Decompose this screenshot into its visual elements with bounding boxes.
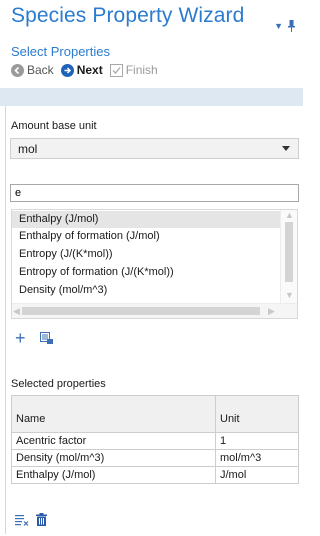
selected-properties-table: Name Unit Acentric factor 1 Density (mol… [11, 395, 299, 484]
pin-icon[interactable] [288, 20, 295, 32]
table-row[interactable]: Density (mol/m^3) mol/m^3 [11, 449, 299, 467]
wizard-nav: Back Next Finish [11, 63, 165, 77]
scroll-left-icon[interactable]: ◀ [13, 306, 20, 317]
section-header-band [0, 88, 303, 106]
chevron-down-icon [282, 146, 290, 151]
list-item[interactable]: Enthalpy (J/mol) [12, 211, 280, 228]
plus-icon[interactable]: + [15, 329, 26, 347]
add-to-list-icon[interactable] [40, 332, 54, 350]
next-label: Next [76, 63, 103, 77]
scroll-down-icon[interactable]: ▼ [285, 290, 294, 300]
amount-base-unit-select[interactable]: mol [10, 138, 299, 159]
scroll-thumb[interactable] [285, 222, 293, 282]
table-cell-unit: J/mol [215, 466, 299, 484]
vertical-scrollbar[interactable]: ▲ ▼ [280, 210, 297, 303]
list-item[interactable]: Enthalpy of formation (J/mol) [12, 228, 280, 245]
property-list[interactable]: Enthalpy (J/mol) Enthalpy of formation (… [11, 209, 298, 319]
back-button[interactable]: Back [11, 63, 54, 77]
table-cell-name: Enthalpy (J/mol) [11, 466, 216, 484]
table-cell-unit: mol/m^3 [215, 449, 299, 467]
selected-properties-label: Selected properties [11, 378, 106, 390]
table-cell-name: Density (mol/m^3) [11, 449, 216, 467]
clear-list-icon[interactable] [15, 513, 29, 531]
list-item[interactable]: Entropy (J/(K*mol)) [12, 246, 280, 263]
next-arrow-icon [60, 63, 74, 77]
table-cell-name: Acentric factor [11, 432, 216, 450]
window-controls: ▼ [274, 20, 295, 32]
list-item[interactable]: Entropy of formation (J/(K*mol)) [12, 264, 280, 281]
finish-label: Finish [125, 63, 158, 77]
property-search-input[interactable] [10, 184, 299, 202]
list-item[interactable]: Density (mol/m^3) [12, 282, 280, 299]
scroll-right-icon[interactable]: ▶ [268, 306, 275, 317]
table-row[interactable]: Acentric factor 1 [11, 432, 299, 450]
scroll-thumb-horizontal[interactable] [22, 307, 260, 315]
amount-base-unit-value: mol [18, 141, 38, 156]
finish-check-icon [109, 63, 123, 77]
table-row[interactable]: Enthalpy (J/mol) J/mol [11, 466, 299, 484]
table-cell-unit: 1 [215, 432, 299, 450]
selected-toolbar [15, 513, 47, 531]
dropdown-icon[interactable]: ▼ [274, 21, 283, 31]
next-button[interactable]: Next [60, 63, 103, 77]
finish-button[interactable]: Finish [109, 63, 158, 77]
horizontal-scrollbar[interactable]: ◀ ▶ [12, 303, 297, 318]
col-name-header[interactable]: Name [11, 395, 216, 433]
back-arrow-icon [11, 63, 24, 77]
amount-base-unit-label: Amount base unit [11, 120, 97, 132]
trash-icon[interactable] [36, 513, 47, 531]
col-unit-header[interactable]: Unit [215, 395, 299, 433]
wizard-subtitle: Select Properties [11, 44, 110, 59]
wizard-title: Species Property Wizard [11, 4, 245, 27]
back-label: Back [27, 63, 54, 77]
scroll-up-icon[interactable]: ▲ [285, 210, 294, 220]
